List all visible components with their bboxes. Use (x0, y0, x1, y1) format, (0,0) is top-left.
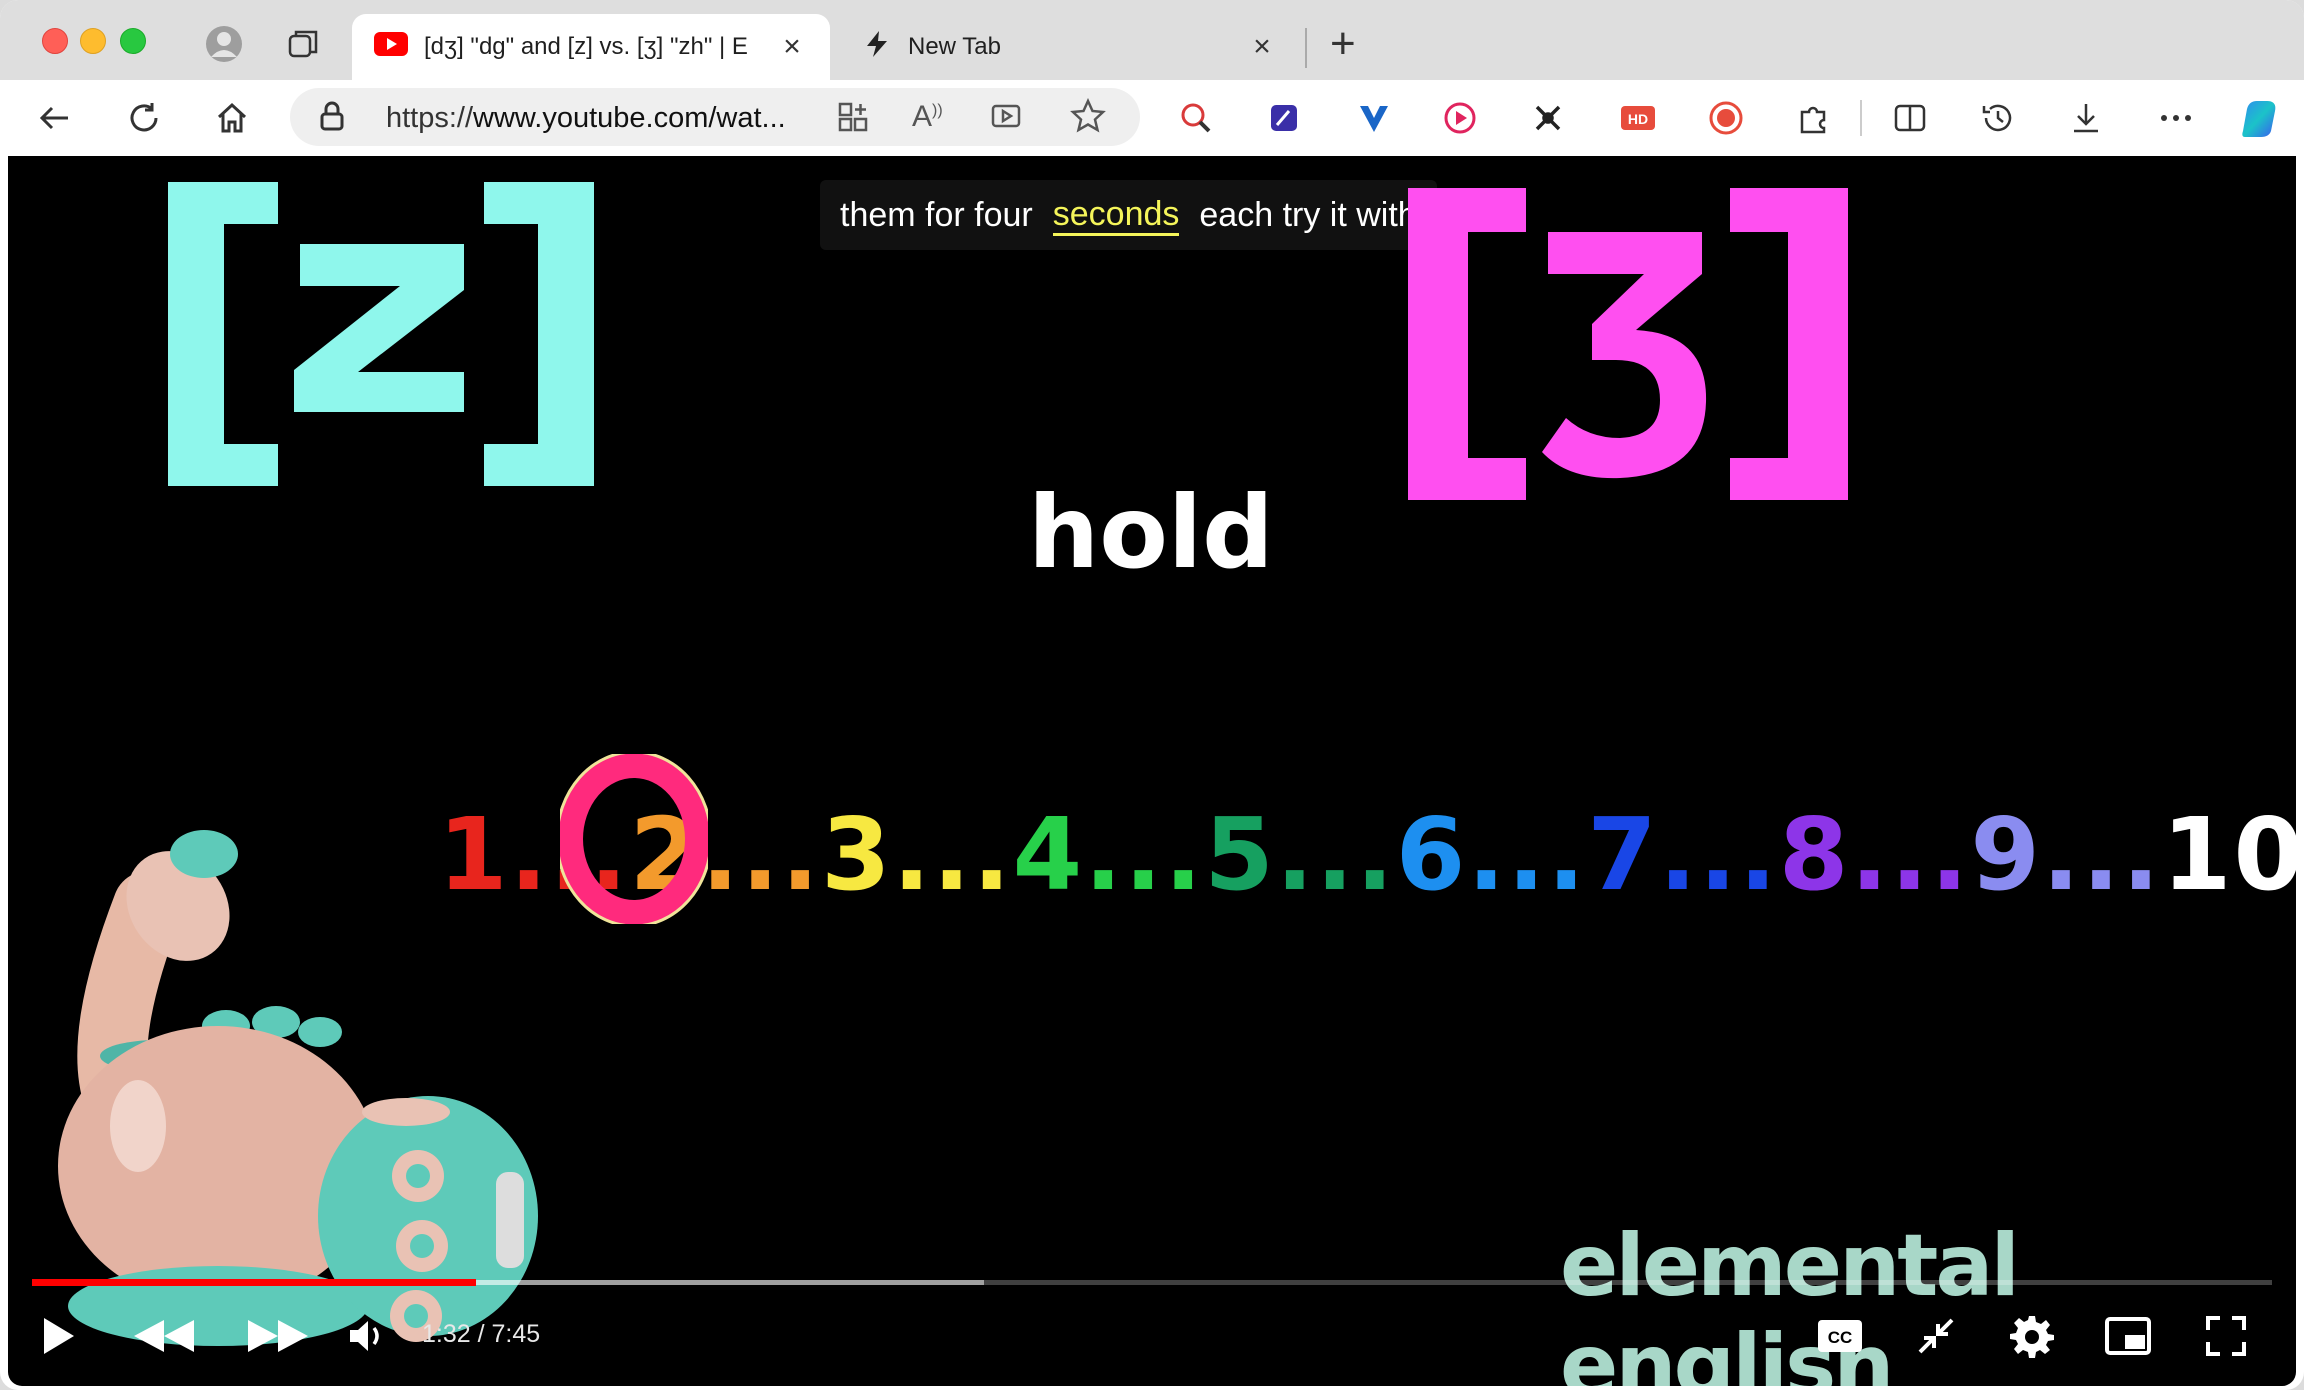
progress-played[interactable] (32, 1279, 476, 1286)
tab-strip: [dʒ] "dg" and [z] vs. [ʒ] "zh" | E × New… (0, 0, 2304, 80)
extension-vpn-icon[interactable] (1350, 94, 1398, 142)
url-scheme: https:// (386, 102, 474, 134)
count-sequence: 1...2...3...4...5...6...7...8...9...10..… (438, 796, 2296, 913)
svg-text:HD: HD (1628, 111, 1648, 127)
profile-icon[interactable] (204, 24, 244, 64)
zoom-window-button[interactable] (120, 28, 146, 54)
video-player[interactable]: them for four seconds each try it with h… (8, 156, 2296, 1386)
tab-title: [dʒ] "dg" and [z] vs. [ʒ] "zh" | E (424, 33, 748, 60)
caption-highlight-word: seconds (1052, 195, 1180, 236)
new-tab-button[interactable]: + (1330, 22, 1356, 66)
youtube-icon (374, 31, 408, 63)
close-tab-icon[interactable]: × (1246, 30, 1278, 64)
history-icon[interactable] (1974, 94, 2022, 142)
video-action-icon[interactable] (990, 100, 1024, 139)
count-item: 5... (1204, 796, 1396, 913)
time-display: 1:32 / 7:45 (422, 1320, 541, 1348)
download-icon[interactable] (2062, 94, 2110, 142)
right-symbol-zh (1408, 188, 1848, 500)
caption-text: each try it with (1199, 195, 1417, 234)
extension-tools-icon[interactable] (1524, 94, 1572, 142)
read-aloud-icon[interactable]: A)) (912, 100, 943, 134)
center-word: hold (1028, 474, 1274, 591)
tab-new-tab[interactable]: New Tab × (840, 14, 1300, 80)
refresh-icon[interactable] (120, 94, 168, 142)
lock-icon[interactable] (318, 100, 346, 137)
volume-icon[interactable] (338, 1306, 398, 1366)
tab-title: New Tab (908, 33, 1001, 60)
count-item: 6... (1395, 796, 1588, 913)
left-symbol-z (168, 182, 594, 486)
count-item: 3... (821, 796, 1013, 913)
copilot-icon[interactable] (2236, 94, 2284, 142)
count-item: 4... (1012, 796, 1205, 913)
tab-youtube[interactable]: [dʒ] "dg" and [z] vs. [ʒ] "zh" | E × (352, 14, 830, 80)
count-highlight-ring (560, 754, 708, 924)
url-text[interactable]: https://www.youtube.com/wat... (386, 102, 786, 135)
home-icon[interactable] (208, 94, 256, 142)
extension-search-icon[interactable] (1172, 94, 1220, 142)
fast-forward-icon[interactable] (234, 1306, 324, 1366)
count-item: 7... (1587, 796, 1779, 913)
url-host: www.youtube.com/wat... (473, 102, 786, 134)
cartoon-character (58, 830, 538, 1346)
back-icon[interactable] (30, 94, 78, 142)
captions-cc-icon[interactable]: CC (1810, 1306, 1870, 1366)
extensions-puzzle-icon[interactable] (1790, 94, 1838, 142)
count-item: 9... (1970, 796, 2162, 913)
extension-hd-icon[interactable]: HD (1614, 94, 1662, 142)
tab-divider (1305, 28, 1307, 68)
count-item: 10... (2161, 796, 2296, 913)
toolbar-divider (1860, 100, 1862, 136)
settings-gear-icon[interactable] (2002, 1306, 2062, 1366)
miniplayer-icon[interactable] (2098, 1306, 2158, 1366)
exit-miniplayer-icon[interactable] (1906, 1306, 1966, 1366)
extension-notes-icon[interactable] (1260, 94, 1308, 142)
video-caption: them for four seconds each try it with (820, 180, 1437, 250)
extension-video-icon[interactable] (1436, 94, 1484, 142)
browser-toolbar: https://www.youtube.com/wat... A)) HD (0, 80, 2304, 156)
svg-text:CC: CC (1828, 1328, 1853, 1347)
close-window-button[interactable] (42, 28, 68, 54)
browser-window: [dʒ] "dg" and [z] vs. [ʒ] "zh" | E × New… (0, 0, 2304, 1390)
play-icon[interactable] (28, 1306, 88, 1366)
close-tab-icon[interactable]: × (776, 30, 808, 64)
count-item: 8... (1778, 796, 1971, 913)
caption-text: them for four (840, 195, 1033, 234)
fullscreen-icon[interactable] (2196, 1306, 2256, 1366)
favorite-star-icon[interactable] (1070, 97, 1106, 139)
address-bar[interactable]: https://www.youtube.com/wat... A)) (290, 88, 1140, 146)
rewind-icon[interactable] (118, 1306, 208, 1366)
app-available-icon[interactable] (836, 100, 870, 139)
split-screen-icon[interactable] (1886, 94, 1934, 142)
minimize-window-button[interactable] (80, 28, 106, 54)
tab-actions-icon[interactable] (284, 24, 324, 64)
more-options-icon[interactable] (2152, 94, 2200, 142)
extension-record-icon[interactable] (1702, 94, 1750, 142)
bolt-icon (862, 29, 892, 66)
